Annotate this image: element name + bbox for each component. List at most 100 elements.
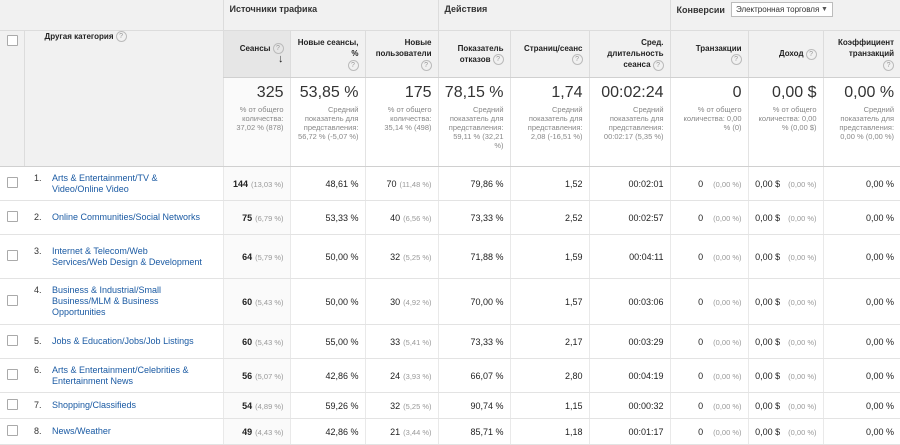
sessions-cell: 56 (5,07 %) [222, 358, 290, 393]
new-sessions-cell: 42,86 % [289, 358, 365, 393]
bounce-rate-header[interactable]: Показатель отказов? [437, 30, 511, 78]
revenue-value: 0,00 $ [755, 212, 781, 223]
revenue-percent: (0,00 %) [788, 213, 817, 223]
help-icon[interactable]: ? [730, 54, 742, 66]
pages-session-cell: 1,57 [509, 278, 590, 325]
revenue-value: 0,00 $ [755, 251, 781, 262]
row-checkbox-cell [0, 418, 24, 445]
sessions-cell: 60 (5,43 %) [222, 324, 290, 359]
category-link[interactable]: Arts & Entertainment/TV & Video/Online V… [52, 173, 202, 195]
transactions-percent: (0,00 %) [713, 371, 742, 381]
help-icon[interactable]: ? [492, 54, 504, 66]
help-icon[interactable]: ? [420, 59, 432, 71]
total-revenue: 0,00 $% от общего количества: 0,00 % (0,… [747, 77, 824, 167]
new-users-cell: 21 (3,44 %) [364, 418, 439, 445]
row-checkbox[interactable] [6, 211, 18, 222]
category-link[interactable]: Arts & Entertainment/Celebrities & Enter… [52, 365, 202, 387]
category-link[interactable]: Internet & Telecom/Web Services/Web Desi… [52, 246, 202, 268]
transactions-cell: 0 (0,00 %) [669, 392, 749, 419]
new-users-value: 70 [386, 178, 397, 189]
new-users-cell: 32 (5,25 %) [364, 392, 439, 419]
sessions-value: 60 [242, 336, 253, 347]
row-checkbox[interactable] [6, 335, 18, 346]
sessions-percent: (4,43 %) [255, 427, 284, 437]
transactions-cell: 0 (0,00 %) [669, 278, 749, 325]
category-link[interactable]: Shopping/Classifieds [52, 400, 202, 411]
table-row[interactable]: 5. Jobs & Education/Jobs/Job Listings 60(… [0, 324, 900, 359]
revenue-value: 0,00 $ [755, 336, 781, 347]
table-row[interactable]: 8. News/Weather 49 (4,43 %) 42,86 % 21 (3,4… [0, 418, 900, 445]
table-body: 1. Arts & Entertainment/TV & Video/Online… [0, 166, 900, 445]
pages-session-cell: 2,17 [509, 324, 590, 359]
dimension-header[interactable]: Другая категория? [23, 30, 223, 167]
ecommerce-select[interactable]: Электронная торговля ▼ [730, 2, 833, 17]
row-checkbox[interactable] [6, 295, 18, 306]
table-row[interactable]: 1. Arts & Entertainment/TV & Video/Online… [0, 166, 900, 201]
category-link[interactable]: News/Weather [52, 426, 202, 437]
help-icon[interactable]: ? [805, 48, 817, 60]
help-icon[interactable]: ? [652, 59, 664, 71]
row-checkbox[interactable] [6, 369, 18, 380]
category-cell: 6. Arts & Entertainment/Celebrities & Ent… [24, 358, 223, 393]
sessions-percent: (5,79 %) [255, 252, 284, 262]
table-row[interactable]: 6. Arts & Entertainment/Celebrities & Ent… [0, 358, 900, 393]
category-cell: 7. Shopping/Classifieds [24, 392, 223, 419]
row-checkbox[interactable] [6, 250, 18, 261]
revenue-value: 0,00 $ [755, 370, 781, 381]
conv-rate-cell: 0,00 % [822, 392, 900, 419]
new-sessions-header[interactable]: Новые сеансы, %? [289, 30, 365, 78]
pages-session-cell: 1,59 [509, 234, 590, 279]
row-index: 4. [34, 285, 42, 295]
sessions-value: 49 [242, 426, 253, 437]
help-icon[interactable]: ? [115, 31, 127, 43]
revenue-percent: (0,00 %) [788, 337, 817, 347]
row-checkbox[interactable] [6, 177, 18, 188]
revenue-cell: 0,00 $ (0,00 %) [747, 234, 824, 279]
table-row[interactable]: 3. Internet & Telecom/Web Services/Web De… [0, 234, 900, 279]
group-conversions: Конверсии Электронная торговля ▼ [669, 0, 900, 31]
conv-rate-header[interactable]: Коэффициент транзакций? [822, 30, 900, 78]
sessions-header-label: Сеансы [239, 43, 271, 53]
transactions-header[interactable]: Транзакции? [669, 30, 749, 78]
avg-duration-cell: 00:00:32 [588, 392, 671, 419]
category-link[interactable]: Online Communities/Social Networks [52, 212, 202, 223]
row-index: 5. [34, 336, 42, 346]
total-transactions: 0% от общего количества: 0,00 % (0) [669, 77, 749, 167]
conv-rate-cell: 0,00 % [822, 278, 900, 325]
help-icon[interactable]: ? [347, 59, 359, 71]
new-users-value: 32 [390, 400, 401, 411]
transactions-value: 0 [698, 400, 704, 411]
table-row[interactable]: 2. Online Communities/Social Networks 75(… [0, 200, 900, 235]
help-icon[interactable]: ? [571, 54, 583, 66]
avg-duration-cell: 00:04:11 [588, 234, 671, 279]
revenue-percent: (0,00 %) [788, 401, 817, 411]
category-link[interactable]: Business & Industrial/Small Business/MLM… [52, 285, 202, 318]
sessions-value: 56 [242, 370, 253, 381]
sessions-percent: (5,43 %) [255, 297, 284, 307]
row-checkbox[interactable] [6, 399, 18, 410]
revenue-header[interactable]: Доход? [747, 30, 824, 78]
new-users-header[interactable]: Новые пользователи? [364, 30, 439, 78]
category-link[interactable]: Jobs & Education/Jobs/Job Listings [52, 336, 202, 347]
pages-session-cell: 1,15 [509, 392, 590, 419]
total-bounce-rate: 78,15 % Средний показатель для представле… [437, 77, 511, 167]
category-cell: 1. Arts & Entertainment/TV & Video/Online… [24, 166, 223, 201]
row-index: 2. [34, 212, 42, 222]
revenue-cell: 0,00 $ (0,00 %) [747, 418, 824, 445]
row-checkbox[interactable] [6, 425, 18, 436]
transactions-cell: 0 (0,00 %) [669, 358, 749, 393]
table-row[interactable]: 4. Business & Industrial/Small Business/M… [0, 278, 900, 325]
sessions-header[interactable]: Сеансы? ↓ [222, 30, 290, 78]
transactions-cell: 0 (0,00 %) [669, 234, 749, 279]
conv-rate-header-label: Коэффициент транзакций [838, 38, 895, 59]
total-avg-duration: 00:02:24 Средний показатель для представл… [588, 77, 671, 167]
new-users-value: 33 [390, 336, 401, 347]
help-icon[interactable]: ? [883, 59, 895, 71]
table-row[interactable]: 7. Shopping/Classifieds 54 (4,89 %) 59,26 … [0, 392, 900, 419]
pages-session-header[interactable]: Страниц/сеанс? [509, 30, 590, 78]
select-all-checkbox[interactable] [6, 35, 18, 46]
avg-duration-header[interactable]: Сред. длительность сеанса? [588, 30, 671, 78]
new-sessions-cell: 50,00 % [289, 278, 365, 325]
total-new-users: 175% от общего количества: 35,14 % (498) [364, 77, 439, 167]
bounce-rate-cell: 79,86 % [437, 166, 511, 201]
